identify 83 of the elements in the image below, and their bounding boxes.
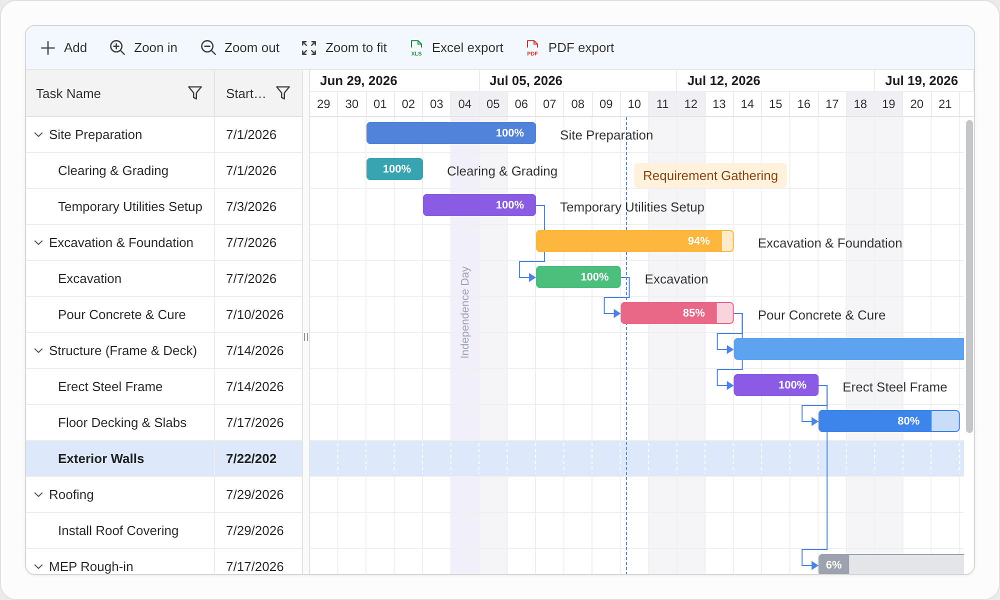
chevron-down-icon[interactable] (34, 240, 43, 245)
grip-icon[interactable] (304, 333, 308, 341)
day-label: 11 (649, 92, 678, 116)
week-label: Jul 05, 2026 (480, 70, 678, 91)
holiday-label: Independence Day (459, 266, 472, 359)
start-date: 7/29/2026 (226, 487, 284, 502)
column-header[interactable]: Start… (226, 86, 266, 100)
start-date: 7/14/2026 (226, 379, 284, 394)
task-label: Excavation & Foundation (758, 236, 902, 250)
task-name: Clearing & Grading (58, 163, 169, 178)
start-date: 7/17/2026 (226, 415, 284, 430)
task-bar[interactable]: 100% (366, 122, 536, 144)
task-name: Structure (Frame & Deck) (49, 343, 198, 358)
start-date: 7/1/2026 (226, 127, 277, 142)
zoom-to-fit-button[interactable]: Zoom to fit (294, 32, 395, 62)
zoom-out-icon (200, 40, 216, 55)
progress-label: 100% (496, 200, 524, 212)
start-date: 7/29/2026 (226, 523, 284, 538)
task-label: Erect Steel Frame (842, 380, 948, 394)
progress-label: 100% (778, 380, 807, 392)
plus-icon (41, 40, 55, 54)
start-date: 7/1/2026 (226, 163, 277, 178)
chevron-down-icon[interactable] (34, 564, 43, 569)
day-label: 01 (366, 92, 395, 116)
task-name: Site Preparation (49, 127, 142, 142)
start-date: 7/7/2026 (226, 271, 277, 286)
chevron-down-icon[interactable] (34, 492, 43, 497)
day-label: 19 (875, 92, 904, 116)
day-label: 05 (480, 92, 508, 116)
start-date: 7/7/2026 (226, 235, 277, 250)
task-label: Clearing & Grading (447, 164, 558, 178)
progress-label: 85% (682, 308, 705, 320)
column-header[interactable]: Task Name (36, 86, 102, 100)
task-name: Temporary Utilities Setup (58, 199, 202, 214)
task-name: Erect Steel Frame (58, 379, 163, 394)
zoom-in-icon (110, 40, 126, 55)
day-label: 18 (846, 92, 875, 116)
task-name: Excavation (58, 271, 122, 286)
progress-label: 94% (688, 236, 710, 248)
week-label: Jul 19, 2026 (875, 70, 974, 91)
start-date: 7/3/2026 (226, 199, 277, 214)
progress-label: 100% (580, 272, 609, 284)
day-label: 12 (677, 92, 706, 116)
day-label: 09 (592, 92, 621, 116)
day-label: 13 (706, 92, 734, 116)
corner-arrows-icon (302, 40, 316, 54)
grid-row[interactable]: Exterior Walls 7/22/202 (26, 441, 302, 477)
task-bar[interactable]: 100% (423, 194, 536, 216)
scrollbar-thumb[interactable] (966, 120, 973, 433)
task-name: Install Roof Covering (58, 523, 179, 538)
day-label: 04 (451, 92, 480, 116)
filter-icon[interactable] (188, 86, 202, 100)
task-name: Excavation & Foundation (49, 235, 194, 250)
start-date: 7/22/202 (226, 451, 277, 466)
zoom-out-button[interactable]: Zoom out (192, 32, 288, 62)
task-label: Site Preparation (560, 128, 654, 142)
task-name: Pour Concrete & Cure (58, 307, 186, 322)
event-tag: Requirement Gathering (634, 163, 788, 188)
week-label: Jul 12, 2026 (677, 70, 876, 91)
task-name: Roofing (49, 487, 94, 502)
week-label: Jun 29, 2026 (310, 70, 480, 91)
task-name: MEP Rough-in (49, 559, 134, 574)
start-date: 7/14/2026 (226, 343, 284, 358)
progress-label: 6% (826, 560, 842, 572)
task-label: Temporary Utilities Setup (560, 200, 705, 214)
filter-icon[interactable] (276, 86, 290, 100)
chevron-down-icon[interactable] (34, 132, 43, 137)
task-bar[interactable]: 100% (734, 374, 819, 396)
start-date: 7/17/2026 (226, 559, 284, 574)
task-bar[interactable]: 80% (818, 410, 960, 432)
day-label: 17 (818, 92, 847, 116)
task-name: Exterior Walls (58, 451, 144, 466)
start-date: 7/10/2026 (226, 307, 284, 322)
progress-label: 100% (496, 128, 524, 140)
day-label: 21 (932, 92, 960, 116)
zoom-in-button[interactable]: Zoon in (102, 32, 186, 62)
task-label: Pour Concrete & Cure (758, 308, 886, 322)
add-button[interactable]: Add (33, 32, 96, 62)
chevron-down-icon[interactable] (34, 348, 43, 353)
task-name: Floor Decking & Slabs (58, 415, 187, 430)
progress-label: 80% (898, 416, 920, 428)
task-label: Excavation (644, 272, 708, 286)
progress-label: 100% (382, 164, 412, 176)
